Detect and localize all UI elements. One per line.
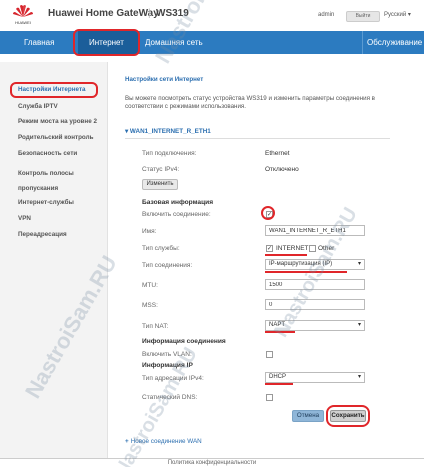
ipv4-status-value: Отключено: [265, 166, 299, 173]
sidebar-item-bandwidth[interactable]: Контроль полосы пропускания: [18, 166, 96, 196]
current-user: admin: [318, 12, 335, 18]
highlight-circle: [261, 206, 275, 220]
chevron-down-icon: ▾: [357, 374, 361, 380]
logout-button[interactable]: Выйти: [346, 11, 380, 22]
mtu-label: MTU:: [142, 282, 158, 289]
logo-text: HUAWEI: [15, 20, 31, 25]
ipv4-status-label: Статус IPv4:: [142, 166, 180, 173]
enable-connection-label: Включить соединение:: [142, 211, 211, 218]
cancel-button[interactable]: Отмена: [292, 410, 324, 422]
static-dns-checkbox[interactable]: [266, 394, 273, 401]
conn-type-label: Тип соединения:: [142, 262, 193, 269]
connection-type-value: Ethernet: [265, 150, 290, 157]
connection-type-label: Тип подключения:: [142, 150, 197, 157]
divider: [125, 138, 390, 139]
highlight-underline: [265, 383, 293, 385]
sidebar-item-forwarding[interactable]: Переадресация: [18, 231, 67, 238]
brand-title: Huawei Home GateWay: [48, 8, 159, 19]
chevron-down-icon: ▾: [357, 261, 361, 267]
top-header: HUAWEI Huawei Home GateWay | WS319 admin…: [0, 0, 424, 28]
vlan-checkbox[interactable]: [266, 351, 273, 358]
tab-label: Главная: [24, 38, 55, 47]
change-button[interactable]: Изменить: [142, 179, 178, 190]
mss-field[interactable]: [265, 299, 365, 310]
internet-option-label: INTERNET: [276, 245, 309, 252]
name-label: Имя:: [142, 228, 157, 235]
tab-label: Обслуживание: [367, 38, 423, 47]
page-title: Настройки сети Интернет: [125, 76, 204, 83]
highlight-underline: [265, 254, 307, 256]
wan-name: WAN1_INTERNET_R_ETH1: [129, 128, 211, 135]
language-select[interactable]: Русский ▾: [384, 11, 411, 18]
footer-privacy-link[interactable]: Политика конфиденциальности: [0, 458, 424, 467]
page-description: Вы можете посмотреть статус устройства W…: [125, 95, 375, 110]
sidebar-item-vpn[interactable]: VPN: [18, 215, 31, 222]
huawei-logo: HUAWEI: [13, 5, 33, 25]
sidebar-item-iptv[interactable]: Служба IPTV: [18, 103, 58, 110]
highlight-circle: [10, 82, 98, 98]
ipv4-addressing-value: DHCP: [269, 374, 287, 380]
highlight-circle: [326, 405, 370, 427]
sidebar-item-internet-services[interactable]: Интернет-службы: [18, 199, 74, 206]
wan-connection-header[interactable]: ▾ WAN1_INTERNET_R_ETH1: [125, 128, 211, 135]
internet-checkbox[interactable]: ✓: [266, 245, 273, 252]
sidebar-item-bridge[interactable]: Режим моста на уровне 2: [18, 118, 97, 125]
main-nav: Главная Интернет Домашняя сеть Обслужива…: [0, 31, 424, 54]
sidebar-item-parental[interactable]: Родительский контроль: [18, 134, 94, 141]
tab-home[interactable]: Главная: [0, 31, 78, 54]
chevron-down-icon: ▾: [357, 322, 361, 328]
service-type-label: Тип службы:: [142, 245, 180, 252]
mss-label: MSS:: [142, 302, 158, 309]
nat-type-label: Тип NAT:: [142, 323, 169, 330]
tab-maintenance[interactable]: Обслуживание: [362, 31, 424, 54]
title-separator: |: [148, 8, 151, 19]
highlight-circle: [73, 29, 140, 56]
sidebar-item-security[interactable]: Безопасность сети: [18, 150, 77, 157]
ipv4-addressing-select[interactable]: DHCP ▾: [265, 372, 365, 383]
basic-info-heading: Базовая информация: [142, 199, 214, 206]
